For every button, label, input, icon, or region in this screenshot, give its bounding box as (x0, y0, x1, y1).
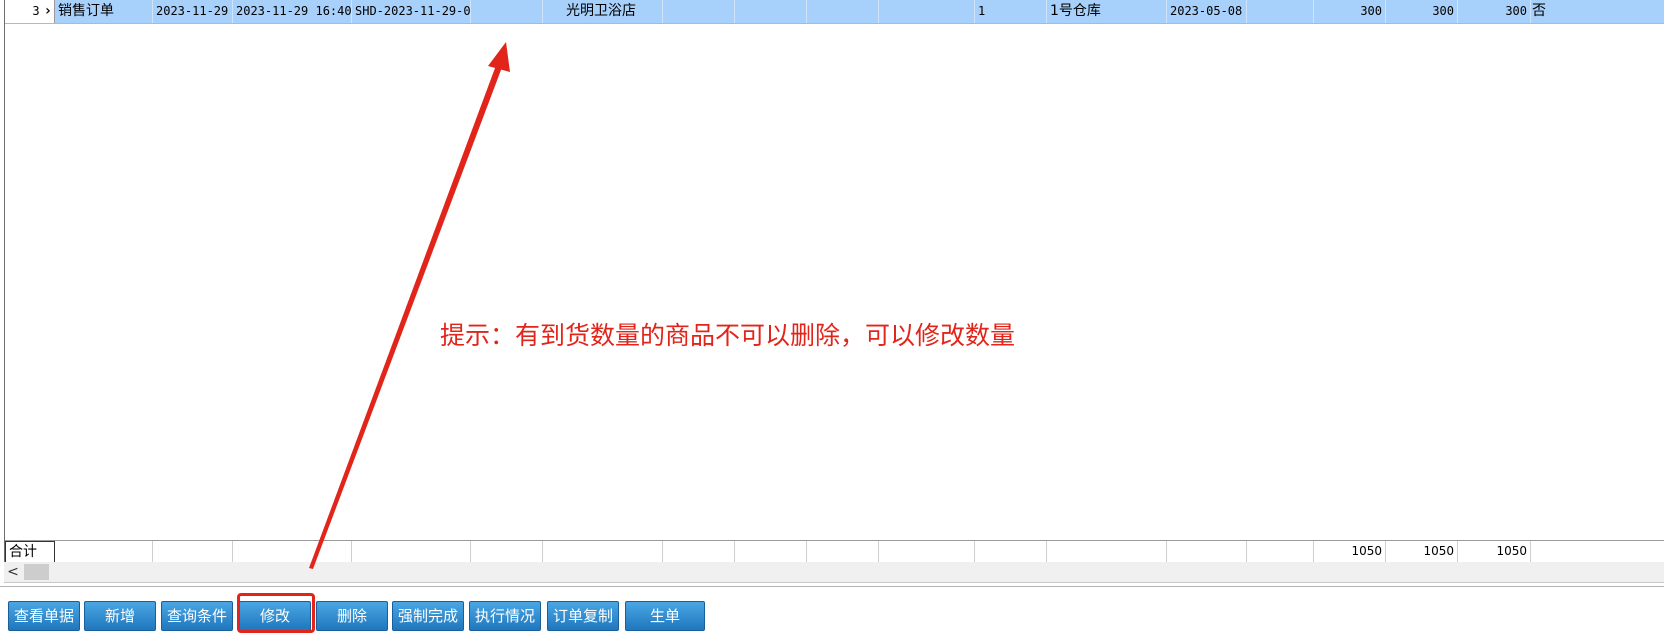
scroll-left-icon[interactable]: < (4, 562, 22, 582)
view-document-button[interactable]: 查看单据 (8, 601, 80, 631)
data-grid: 3 › 销售订单 2023-11-29 2023-11-29 16:40 SHD-… (4, 0, 1664, 564)
total-cell (1247, 541, 1314, 563)
cell-delivery-date[interactable]: 2023-05-08 (1167, 0, 1247, 23)
cell-col-8[interactable] (735, 0, 807, 23)
total-cell (735, 541, 807, 563)
total-cell (1531, 541, 1664, 563)
total-cell (352, 541, 471, 563)
table-row[interactable]: 3 › 销售订单 2023-11-29 2023-11-29 16:40 SHD-… (5, 0, 1664, 24)
row-indicator[interactable]: 3 › (5, 0, 55, 23)
cell-col-11[interactable]: 1 (975, 0, 1047, 23)
cell-quantity-3[interactable]: 300 (1458, 0, 1531, 23)
cell-quantity-2[interactable]: 300 (1386, 0, 1458, 23)
execution-status-button[interactable]: 执行情况 (469, 601, 541, 631)
cell-order-type[interactable]: 销售订单 (55, 0, 153, 23)
horizontal-scrollbar[interactable]: < (4, 562, 1664, 583)
total-quantity-1: 1050 (1314, 541, 1386, 563)
row-number: 3 (32, 4, 40, 18)
cell-quantity-1[interactable]: 300 (1314, 0, 1386, 23)
total-cell (879, 541, 975, 563)
total-cell (153, 541, 233, 563)
force-complete-button[interactable]: 强制完成 (392, 601, 464, 631)
totals-label: 合计 (5, 541, 55, 563)
cell-order-date[interactable]: 2023-11-29 (153, 0, 233, 23)
total-cell (1047, 541, 1167, 563)
cell-col-10[interactable] (879, 0, 975, 23)
annotation-hint: 提示：有到货数量的商品不可以删除，可以修改数量 (440, 321, 1016, 350)
total-cell (233, 541, 352, 563)
cell-col-9[interactable] (807, 0, 879, 23)
cell-warehouse[interactable]: 1号仓库 (1047, 0, 1167, 23)
scroll-thumb[interactable] (24, 564, 49, 580)
current-row-arrow-icon: › (43, 3, 52, 19)
total-cell (543, 541, 663, 563)
total-quantity-2: 1050 (1386, 541, 1458, 563)
edit-button-highlight (237, 593, 315, 633)
cell-col-7[interactable] (663, 0, 735, 23)
total-cell (471, 541, 543, 563)
copy-order-button[interactable]: 订单复制 (547, 601, 619, 631)
cell-col-14[interactable] (1247, 0, 1314, 23)
cell-created-time[interactable]: 2023-11-29 16:40 (233, 0, 352, 23)
cell-order-number[interactable]: SHD-2023-11-29-0(03 (352, 0, 471, 23)
generate-document-button[interactable]: 生单 (625, 601, 705, 631)
total-cell (1167, 541, 1247, 563)
add-button[interactable]: 新增 (84, 601, 156, 631)
delete-button[interactable]: 删除 (316, 601, 388, 631)
cell-customer[interactable]: 光明卫浴店 (543, 0, 663, 23)
total-cell (807, 541, 879, 563)
cell-col-5[interactable] (471, 0, 543, 23)
total-cell (663, 541, 735, 563)
total-quantity-3: 1050 (1458, 541, 1531, 563)
total-cell (975, 541, 1047, 563)
cell-flag[interactable]: 否 (1531, 0, 1664, 23)
totals-row: 合计 1050 1050 1050 (5, 540, 1664, 564)
total-cell (55, 541, 153, 563)
query-conditions-button[interactable]: 查询条件 (161, 601, 233, 631)
